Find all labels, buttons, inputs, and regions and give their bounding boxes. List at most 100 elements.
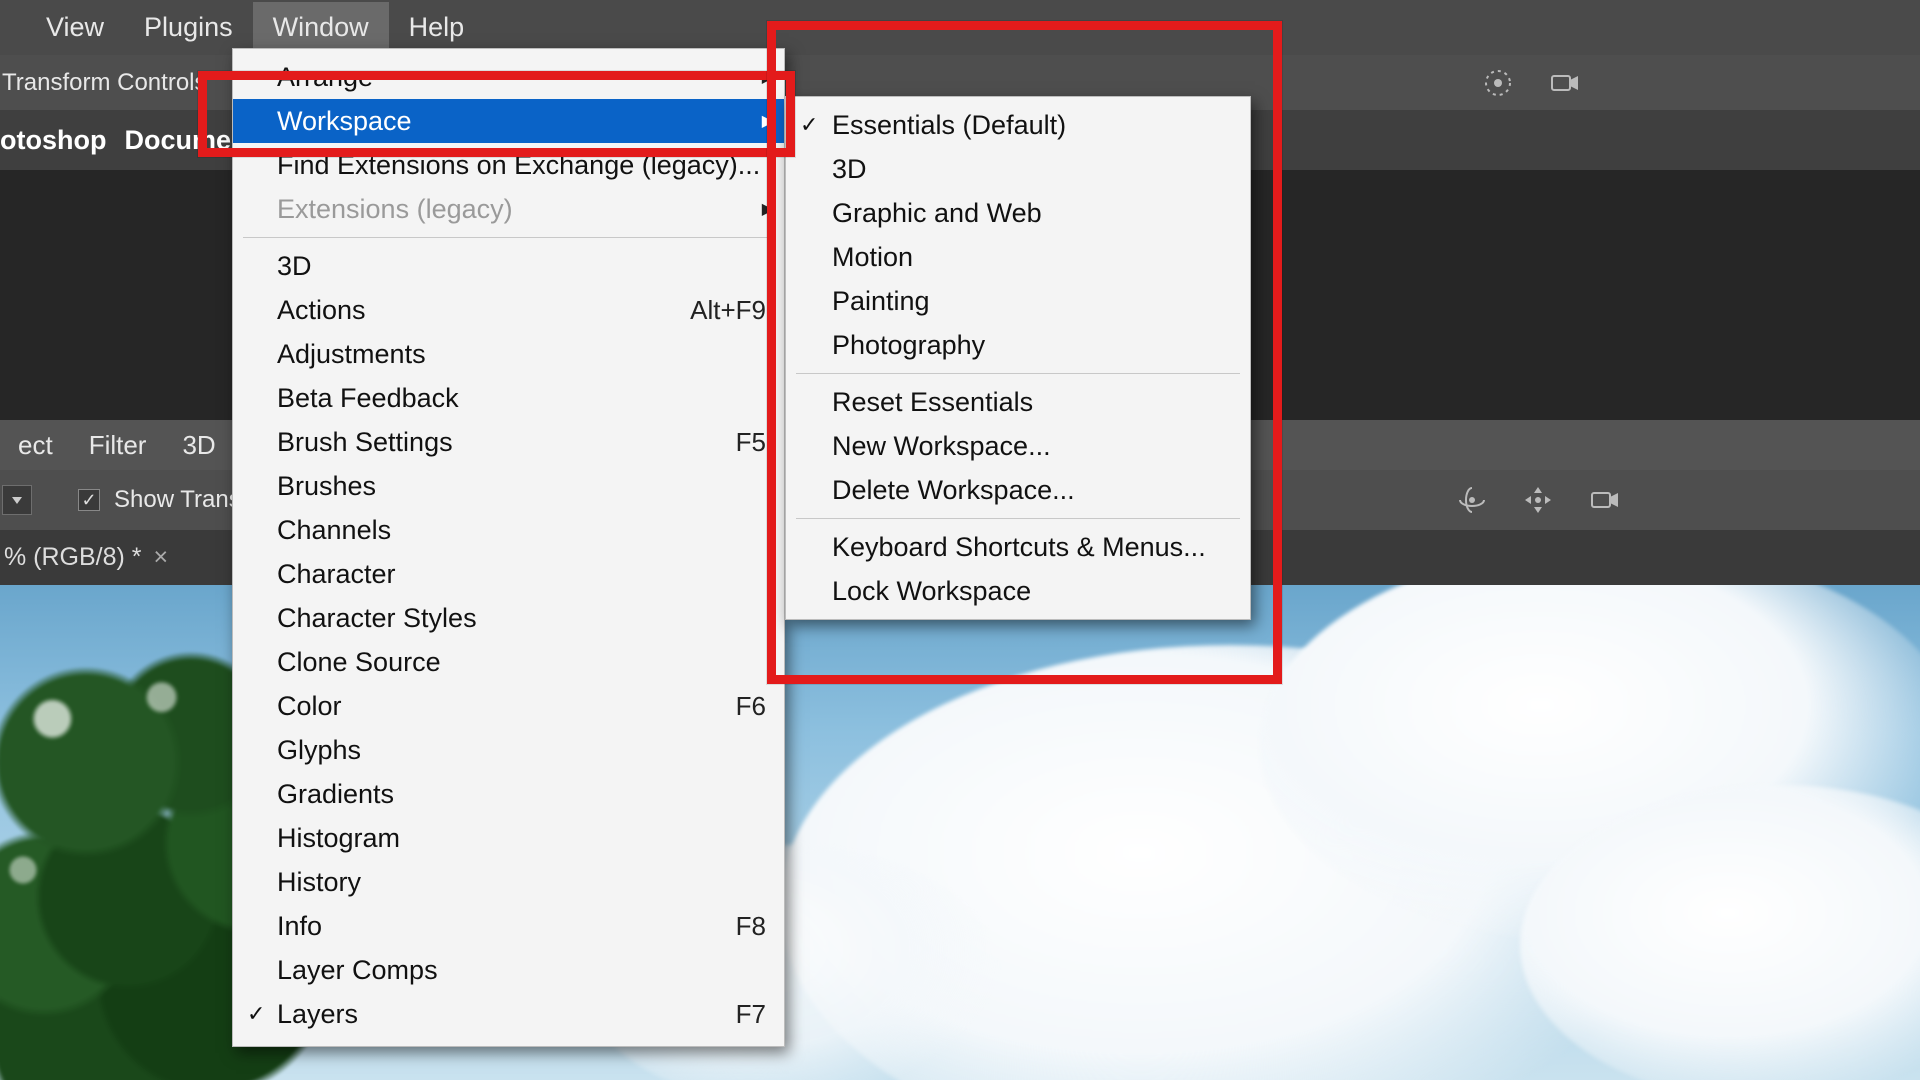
menu-item-accelerator: Alt+F9 [690, 295, 766, 326]
window-menu-item[interactable]: Channels [233, 508, 784, 552]
window-menu-item[interactable]: Beta Feedback [233, 376, 784, 420]
window-menu-item: Extensions (legacy) [233, 187, 784, 231]
workspace-submenu-item[interactable]: New Workspace... [786, 424, 1250, 468]
window-menu-item[interactable]: 3D [233, 244, 784, 288]
window-menu-item[interactable]: Glyphs [233, 728, 784, 772]
submenu-item-label: Motion [832, 242, 913, 273]
menu-item-filter[interactable]: Filter [71, 424, 165, 467]
submenu-item-label: Graphic and Web [832, 198, 1042, 229]
menu-item-label: Brushes [277, 471, 766, 502]
menu-item-accelerator: F5 [736, 427, 766, 458]
window-menu-item[interactable]: Clone Source [233, 640, 784, 684]
menu-item-window[interactable]: Window [253, 2, 389, 53]
menu-item-label: Extensions (legacy) [277, 194, 766, 225]
submenu-item-label: Reset Essentials [832, 387, 1033, 418]
workspace-submenu-item[interactable]: Keyboard Shortcuts & Menus... [786, 525, 1250, 569]
menu-item-label: Find Extensions on Exchange (legacy)... [277, 150, 766, 181]
menu-item-label: 3D [277, 251, 766, 282]
app-name-fragment: otoshop [0, 125, 106, 156]
menubar: View Plugins Window Help [0, 0, 1920, 55]
menu-item-label: Color [277, 691, 736, 722]
menu-item-label: Layer Comps [277, 955, 766, 986]
window-menu-item[interactable]: ✓ LayersF7 [233, 992, 784, 1036]
menu-item-label: Clone Source [277, 647, 766, 678]
menu-item-accelerator: F8 [736, 911, 766, 942]
window-menu-item[interactable]: Workspace [233, 99, 784, 143]
menu-frag-select[interactable]: ect [0, 424, 71, 467]
workspace-submenu-item[interactable]: ✓ Essentials (Default) [786, 103, 1250, 147]
show-transform-checkbox[interactable]: ✓ [78, 489, 100, 511]
menu-item-label: Actions [277, 295, 690, 326]
window-menu-item[interactable]: Find Extensions on Exchange (legacy)... [233, 143, 784, 187]
submenu-item-label: Keyboard Shortcuts & Menus... [832, 532, 1206, 563]
document-tab-label[interactable]: % (RGB/8) * [4, 543, 142, 572]
submenu-item-label: 3D [832, 154, 867, 185]
workspace-submenu-item[interactable]: Graphic and Web [786, 191, 1250, 235]
check-icon: ✓ [800, 112, 818, 138]
workspace-submenu-item[interactable]: Photography [786, 323, 1250, 367]
submenu-item-label: Essentials (Default) [832, 110, 1066, 141]
window-menu-item[interactable]: Histogram [233, 816, 784, 860]
window-menu-item[interactable]: Character [233, 552, 784, 596]
3d-mode-icons [1456, 484, 1620, 516]
menu-item-plugins[interactable]: Plugins [124, 2, 253, 53]
window-menu-item[interactable]: Layer Comps [233, 948, 784, 992]
move-3d-icon[interactable] [1522, 484, 1554, 516]
menu-item-label: Adjustments [277, 339, 766, 370]
menu-item-accelerator: F6 [736, 691, 766, 722]
menu-item-label: Info [277, 911, 736, 942]
window-menu-item[interactable]: History [233, 860, 784, 904]
transform-controls-label: Transform Controls [0, 69, 215, 97]
submenu-item-label: Lock Workspace [832, 576, 1031, 607]
menu-separator [796, 518, 1240, 519]
menu-item-label: Arrange [277, 62, 766, 93]
menu-item-label: Channels [277, 515, 766, 546]
workspace-submenu: ✓ Essentials (Default) 3D Graphic and Web Mo… [785, 96, 1251, 620]
menu-item-view[interactable]: View [26, 2, 124, 53]
menu-item-cropped[interactable] [0, 18, 26, 38]
menu-item-label: Histogram [277, 823, 766, 854]
submenu-item-label: Photography [832, 330, 985, 361]
menu-item-label: Beta Feedback [277, 383, 766, 414]
close-tab-button[interactable]: × [154, 543, 169, 572]
menu-item-label: Workspace [277, 106, 766, 137]
workspace-submenu-item[interactable]: Delete Workspace... [786, 468, 1250, 512]
submenu-item-label: New Workspace... [832, 431, 1051, 462]
workspace-submenu-item[interactable]: Lock Workspace [786, 569, 1250, 613]
submenu-item-label: Painting [832, 286, 930, 317]
workspace-submenu-item[interactable]: 3D [786, 147, 1250, 191]
window-menu-item[interactable]: ActionsAlt+F9 [233, 288, 784, 332]
alignment-icons [1482, 67, 1580, 99]
menu-item-label: Gradients [277, 779, 766, 810]
orbit-icon[interactable] [1456, 484, 1488, 516]
window-menu-dropdown: Arrange Workspace Find Extensions on Excha… [232, 48, 785, 1047]
window-menu-item[interactable]: Character Styles [233, 596, 784, 640]
menu-item-label: History [277, 867, 766, 898]
camera-icon[interactable] [1548, 67, 1580, 99]
menu-separator [796, 373, 1240, 374]
tool-preset-dropdown[interactable] [2, 485, 32, 515]
menu-item-label: Character [277, 559, 766, 590]
menu-item-label: Character Styles [277, 603, 766, 634]
menu-separator [243, 237, 774, 238]
workspace-submenu-item[interactable]: Painting [786, 279, 1250, 323]
window-menu-item[interactable]: Adjustments [233, 332, 784, 376]
menu-item-help[interactable]: Help [389, 2, 485, 53]
submenu-item-label: Delete Workspace... [832, 475, 1075, 506]
window-menu-item[interactable]: Brush SettingsF5 [233, 420, 784, 464]
workspace-submenu-item[interactable]: Motion [786, 235, 1250, 279]
window-menu-item[interactable]: ColorF6 [233, 684, 784, 728]
menu-item-label: Glyphs [277, 735, 766, 766]
menu-item-3d[interactable]: 3D [164, 424, 233, 467]
window-menu-item[interactable]: InfoF8 [233, 904, 784, 948]
camera2-icon[interactable] [1588, 484, 1620, 516]
menu-item-label: Layers [277, 999, 736, 1030]
menu-item-accelerator: F7 [736, 999, 766, 1030]
pivot-icon[interactable] [1482, 67, 1514, 99]
window-menu-item[interactable]: Arrange [233, 55, 784, 99]
window-menu-item[interactable]: Gradients [233, 772, 784, 816]
check-icon: ✓ [247, 1001, 265, 1027]
window-menu-item[interactable]: Brushes [233, 464, 784, 508]
workspace-submenu-item[interactable]: Reset Essentials [786, 380, 1250, 424]
menu-item-label: Brush Settings [277, 427, 736, 458]
